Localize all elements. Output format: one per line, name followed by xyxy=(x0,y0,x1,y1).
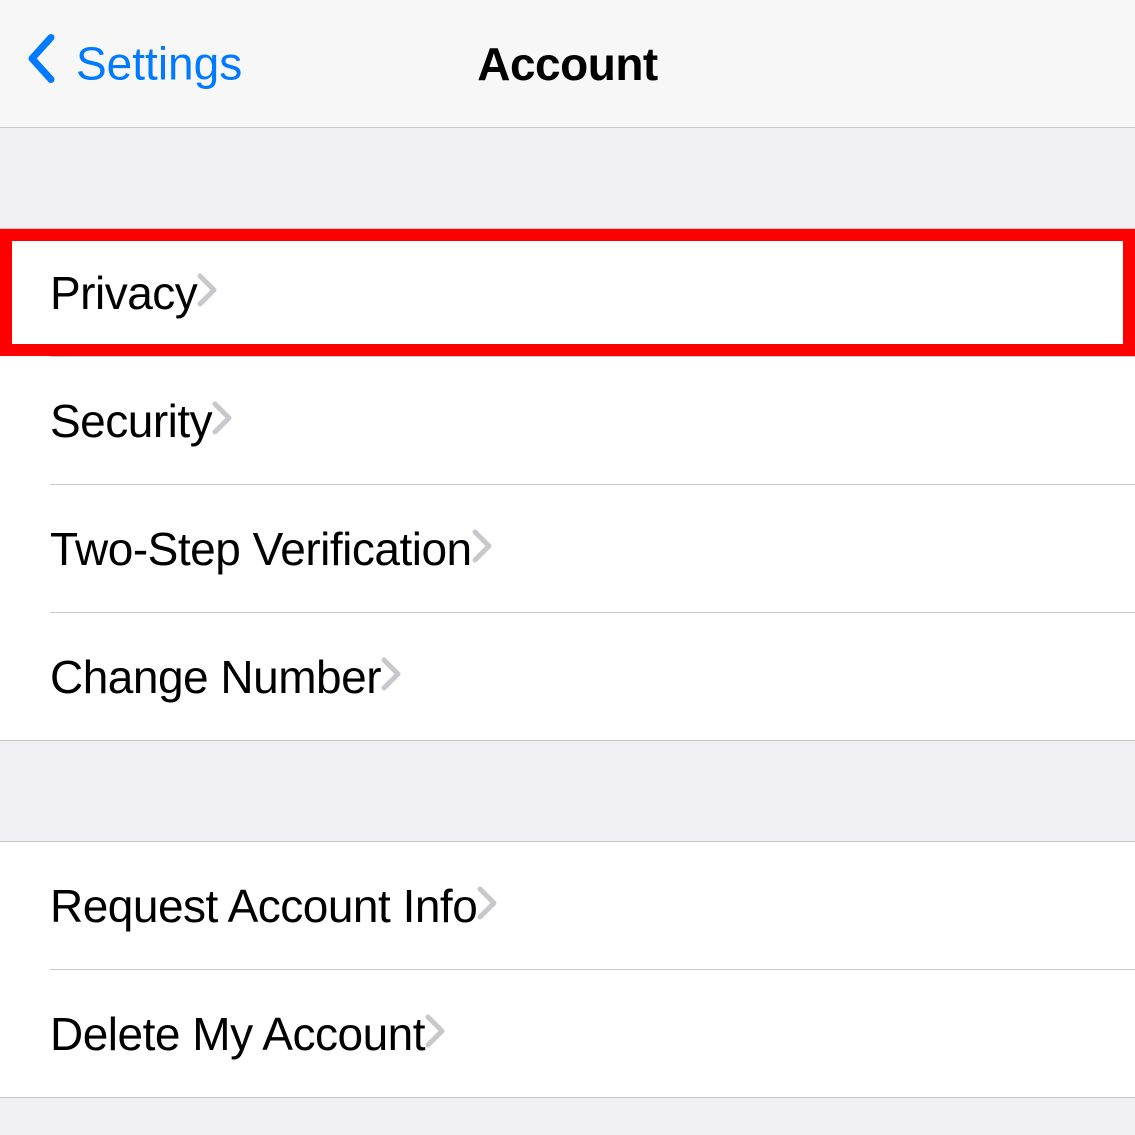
list-item-label: Request Account Info xyxy=(50,879,477,933)
navigation-bar: Settings Account xyxy=(0,0,1135,128)
page-title: Account xyxy=(477,37,658,91)
list-group-2: Request Account Info Delete My Account xyxy=(0,841,1135,1098)
section-gap xyxy=(0,741,1135,841)
list-item-label: Change Number xyxy=(50,650,381,704)
chevron-right-icon xyxy=(472,529,492,568)
section-gap xyxy=(0,128,1135,228)
list-item-request-account-info[interactable]: Request Account Info xyxy=(0,842,1135,969)
back-chevron-icon xyxy=(26,33,76,94)
chevron-right-icon xyxy=(212,401,232,440)
list-group-1: Privacy Security Two-Step Verification C… xyxy=(0,228,1135,741)
back-button[interactable]: Settings xyxy=(26,33,242,94)
back-label: Settings xyxy=(76,37,242,91)
list-item-label: Delete My Account xyxy=(50,1007,425,1061)
list-item-label: Two-Step Verification xyxy=(50,522,472,576)
list-item-two-step-verification[interactable]: Two-Step Verification xyxy=(0,485,1135,612)
list-item-privacy[interactable]: Privacy xyxy=(0,229,1135,356)
list-item-change-number[interactable]: Change Number xyxy=(0,613,1135,740)
list-item-security[interactable]: Security xyxy=(0,357,1135,484)
chevron-right-icon xyxy=(477,886,497,925)
list-item-label: Security xyxy=(50,394,212,448)
list-item-label: Privacy xyxy=(50,266,197,320)
chevron-right-icon xyxy=(197,273,217,312)
chevron-right-icon xyxy=(381,657,401,696)
list-item-delete-my-account[interactable]: Delete My Account xyxy=(0,970,1135,1097)
chevron-right-icon xyxy=(425,1014,445,1053)
